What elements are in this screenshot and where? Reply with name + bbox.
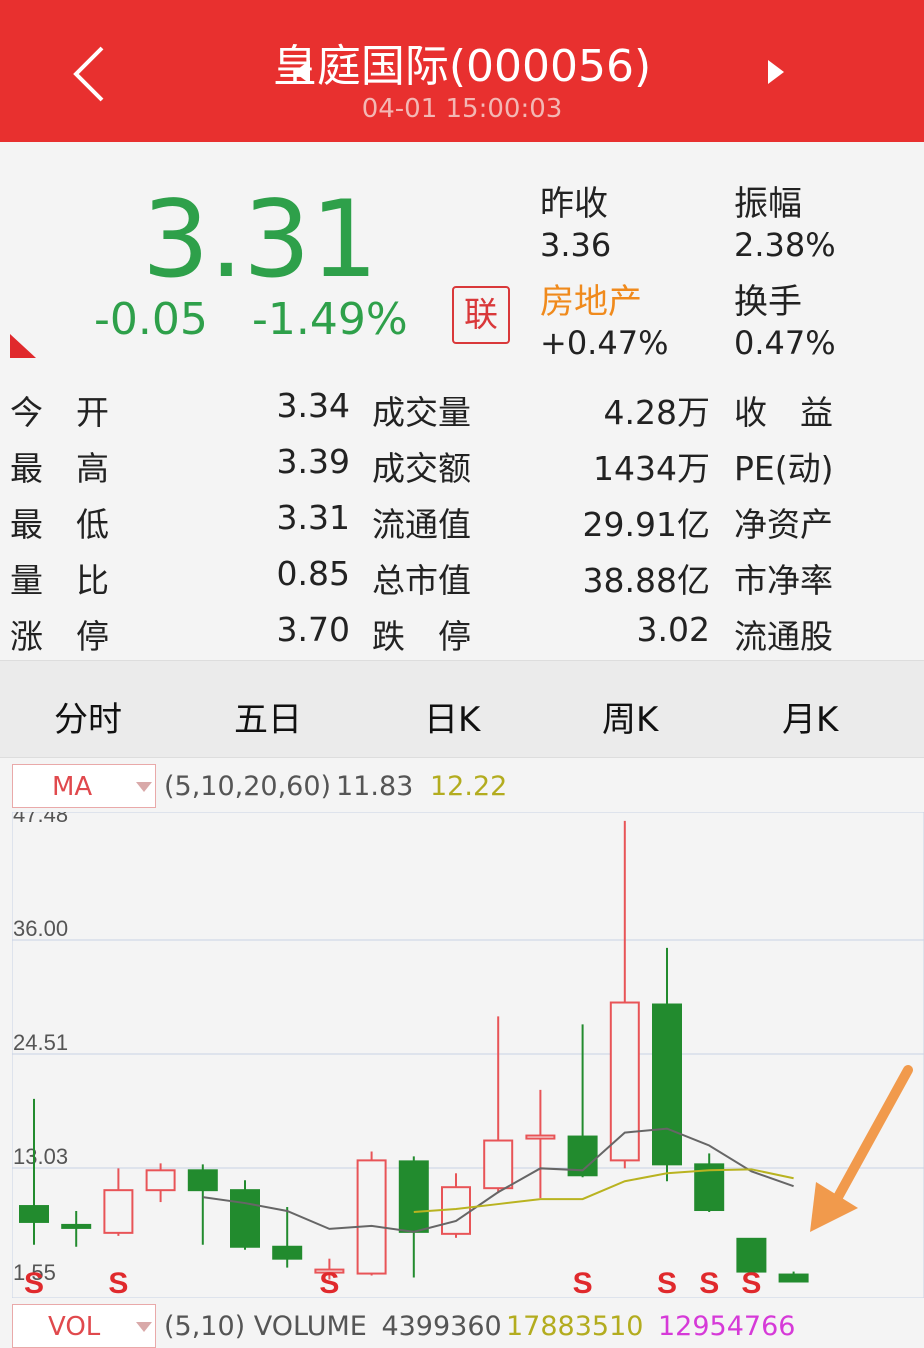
tab-intraday[interactable]: 分时 — [54, 692, 122, 741]
sell-signal-marker: S — [319, 1267, 339, 1298]
volume-label: VOL — [48, 1312, 101, 1342]
sell-signal-marker: S — [699, 1267, 719, 1298]
y-tick-label: 47.48 — [13, 812, 68, 827]
stat-value: 3.34 — [276, 386, 350, 425]
y-tick-label: 13.03 — [13, 1144, 68, 1169]
turnover-label: 换手 — [734, 282, 802, 322]
candle — [230, 1180, 260, 1250]
kline-chart[interactable]: 47.4836.0024.5113.031.55 SSSSSSS — [12, 812, 924, 1298]
stat-value: 3.70 — [276, 610, 350, 649]
sector-label[interactable]: 房地产 — [540, 274, 642, 323]
related-badge[interactable]: 联 — [452, 286, 510, 344]
tab-daily-k[interactable]: 日K — [424, 692, 480, 741]
stat-label: 成交量 — [372, 393, 471, 432]
stat-label: 跌 停 — [372, 617, 471, 656]
sector-change: +0.47% — [540, 324, 669, 362]
stat-value: 3.31 — [276, 498, 350, 537]
stat-label: 净资产 — [734, 505, 833, 544]
volume-params: (5,10) VOLUME 4399360 — [164, 1311, 502, 1342]
tab-weekly-k[interactable]: 周K — [602, 692, 658, 741]
stat-label: 流通股 — [734, 617, 833, 656]
stat-label: 最 低 — [10, 505, 109, 544]
sell-signal-marker: S — [657, 1267, 677, 1298]
stat-label: 总市值 — [372, 561, 471, 600]
stat-label: PE(动) — [734, 449, 834, 488]
indicator-label: MA — [52, 772, 93, 802]
volume-ma10: 12954766 — [658, 1311, 796, 1342]
sell-signal-marker: S — [24, 1267, 44, 1298]
caret-down-icon[interactable] — [136, 1322, 152, 1332]
stat-label: 量 比 — [10, 561, 109, 600]
stat-value: 4.28万 — [603, 393, 710, 432]
tab-five-day[interactable]: 五日 — [234, 692, 302, 741]
sell-signal-marker: S — [741, 1267, 761, 1298]
stat-label: 涨 停 — [10, 617, 109, 656]
quote-timestamp: 04-01 15:00:03 — [361, 94, 563, 124]
y-tick-label: 36.00 — [13, 916, 68, 941]
volume-params-text: (5,10) VOLUME — [164, 1311, 367, 1342]
ma-value-short: 11.83 — [336, 771, 414, 802]
current-price: 3.31 — [142, 178, 379, 301]
stock-title: 皇庭国际(000056) — [272, 41, 652, 92]
prev-close-label: 昨收 — [540, 184, 608, 224]
stat-value: 1434万 — [593, 449, 710, 488]
ma-params: (5,10,20,60) — [164, 771, 332, 802]
stat-value: 29.91亿 — [582, 505, 710, 544]
amplitude-value: 2.38% — [734, 226, 836, 264]
stat-value: 38.88亿 — [582, 561, 710, 600]
prev-close-value: 3.36 — [540, 226, 612, 264]
stat-label: 流通值 — [372, 505, 471, 544]
tab-monthly-k[interactable]: 月K — [782, 692, 838, 741]
amplitude-label: 振幅 — [734, 184, 802, 224]
price-change-percent: -1.49% — [252, 294, 408, 345]
volume-value: 4399360 — [381, 1311, 502, 1342]
caret-down-icon[interactable] — [136, 782, 152, 792]
stat-value: 0.85 — [276, 554, 350, 593]
turnover-value: 0.47% — [734, 324, 836, 362]
price-change: -0.05 — [94, 294, 208, 345]
candle — [356, 1151, 387, 1276]
stat-label: 成交额 — [372, 449, 471, 488]
stat-label: 今 开 — [10, 393, 109, 432]
stat-value: 3.02 — [636, 610, 710, 649]
stat-value: 3.39 — [276, 442, 350, 481]
ma-value-long: 12.22 — [430, 771, 508, 802]
sell-signal-marker: S — [573, 1267, 593, 1298]
corner-flag-icon — [10, 334, 36, 358]
stat-label: 最 高 — [10, 449, 109, 488]
sell-signal-marker: S — [108, 1267, 128, 1298]
volume-ma5: 17883510 — [506, 1311, 644, 1342]
stat-label: 收 益 — [734, 393, 833, 432]
y-tick-label: 24.51 — [13, 1030, 68, 1055]
stat-label: 市净率 — [734, 561, 833, 600]
